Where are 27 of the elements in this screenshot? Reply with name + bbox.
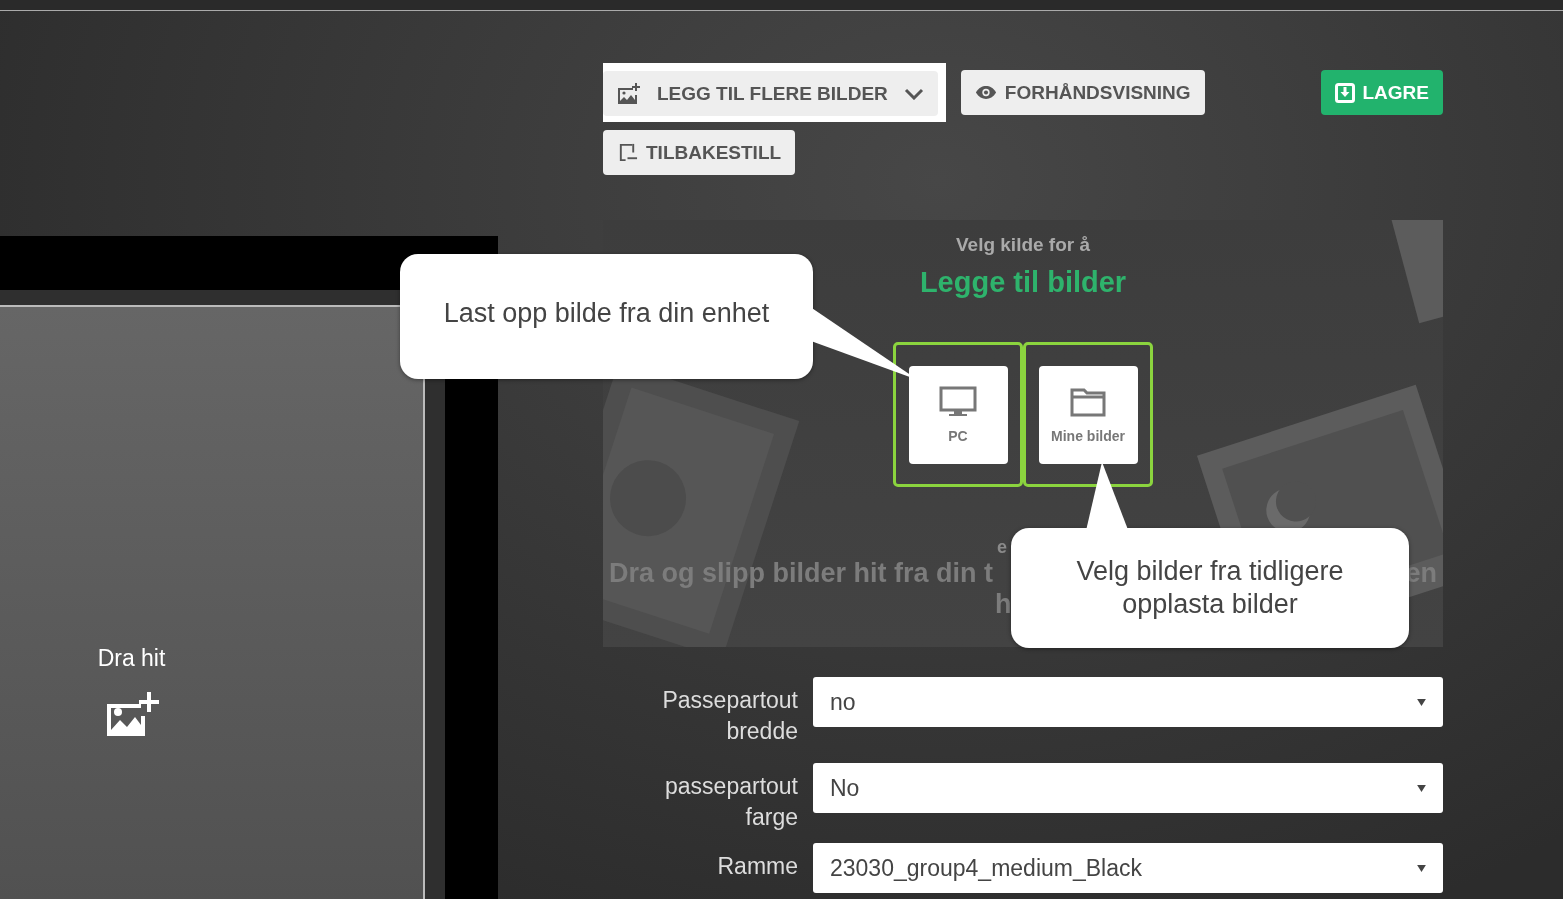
image-add-icon xyxy=(617,82,641,105)
monitor-icon xyxy=(939,385,977,418)
subtitle: Velg kilde for å xyxy=(955,234,1091,256)
callout-bubble: Velg bilder fra tidligere opplasta bilder xyxy=(1011,528,1409,648)
download-icon xyxy=(1334,82,1355,103)
dropdown-arrow-icon xyxy=(1417,698,1426,706)
chevron-down-icon xyxy=(903,87,924,100)
source-tile[interactable]: PC xyxy=(908,365,1008,464)
add-images-button[interactable]: LEGG TIL FLERE BILDER xyxy=(603,71,938,116)
drop-label: Dra hit xyxy=(97,645,166,672)
dropdown-arrow-icon xyxy=(1417,784,1426,792)
field-label: Passepartout bredde xyxy=(661,686,798,746)
add-image-icon xyxy=(104,690,159,738)
dropdown-field[interactable]: 23030_group4_medium_Black xyxy=(813,843,1443,893)
field-label: Ramme xyxy=(716,852,798,881)
eye-icon xyxy=(974,86,997,99)
field-label: passepartout farge xyxy=(664,772,798,832)
dropdown-arrow-icon xyxy=(1417,864,1426,872)
dropdown-field[interactable]: No xyxy=(813,763,1443,813)
reset-icon xyxy=(617,142,638,163)
reset-button[interactable]: TILBAKESTILL xyxy=(603,130,796,175)
drop-hint-text: h xyxy=(995,589,1012,620)
source-tile[interactable]: Mine bilder xyxy=(1038,365,1138,464)
dropdown-field[interactable]: no xyxy=(813,677,1443,727)
drop-hint-text: e xyxy=(997,537,1007,558)
title: Legge til bilder xyxy=(919,266,1127,299)
preview-button[interactable]: FORHÅNDSVISNING xyxy=(960,70,1205,115)
